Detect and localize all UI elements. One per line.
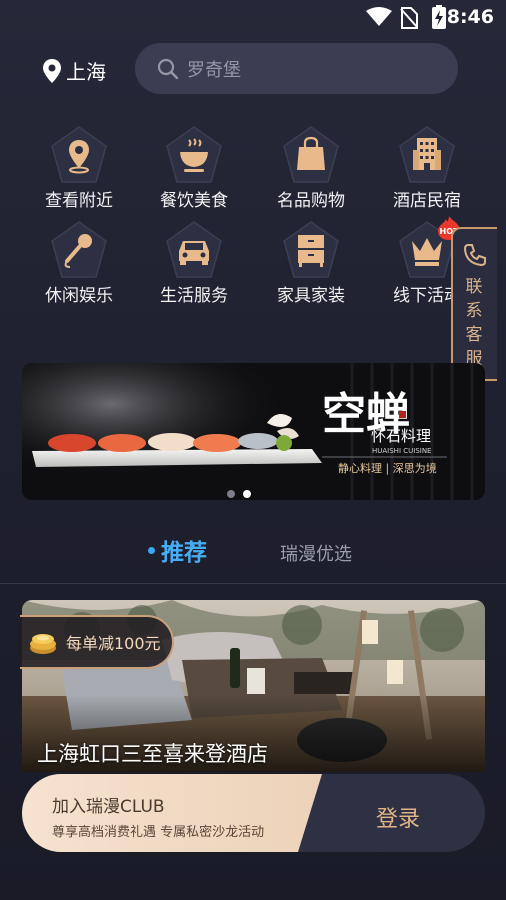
contact-customer-service-button[interactable]: 联系客服	[451, 227, 497, 381]
category-label: 酒店民宿	[393, 191, 461, 211]
banner-brand-sub: 怀石料理	[371, 427, 431, 445]
carousel-dot[interactable]	[227, 490, 235, 498]
food-bowl-icon	[166, 126, 222, 183]
location-label: 上海	[66, 60, 106, 84]
cabinet-icon	[283, 221, 339, 278]
no-sim-icon	[400, 7, 418, 29]
category-icon-frame	[165, 126, 223, 184]
battery-charging-icon	[432, 5, 446, 29]
category-food[interactable]: 餐饮美食	[139, 126, 249, 216]
divider	[0, 583, 506, 584]
discount-badge: 每单减100元	[20, 615, 174, 669]
category-label: 查看附近	[45, 191, 113, 211]
login-button[interactable]: 登录	[376, 801, 420, 833]
discount-label: 每单减100元	[66, 634, 161, 653]
category-label: 家具家装	[277, 286, 345, 306]
category-furniture[interactable]: 家具家装	[256, 221, 366, 311]
search-placeholder: 罗奇堡	[187, 59, 241, 81]
category-icon-frame	[165, 221, 223, 279]
category-label: 餐饮美食	[160, 191, 228, 211]
category-icon-frame	[282, 221, 340, 279]
promo-banner[interactable]: 空蝉 怀石料理 HUAISHI CUISINE 静心料理 | 深思为境	[22, 363, 485, 500]
status-time: 8:46	[446, 6, 494, 28]
location-pin-icon	[51, 126, 107, 183]
category-life-service[interactable]: 生活服务	[139, 221, 249, 311]
category-shopping[interactable]: 名品购物	[256, 126, 366, 216]
location-pin-icon	[43, 58, 61, 83]
gold-coins-icon	[30, 634, 56, 654]
banner-brand-en: HUAISHI CUISINE	[372, 447, 431, 455]
category-icon-frame: HOT	[398, 216, 460, 279]
hotel-name: 上海虹口三至喜来登酒店	[37, 742, 268, 766]
category-icon-frame	[50, 221, 108, 279]
tab-recommend-label: 推荐	[161, 540, 207, 566]
club-subtitle: 尊享高档消费礼遇 专属私密沙龙活动	[52, 825, 265, 840]
status-bar: 8:46	[0, 0, 506, 34]
carousel-dot-active[interactable]	[243, 490, 251, 498]
category-hotel[interactable]: 酒店民宿	[372, 126, 482, 216]
category-entertainment[interactable]: 休闲娱乐	[24, 221, 134, 311]
category-label: 生活服务	[160, 286, 228, 306]
category-icon-frame	[50, 126, 108, 184]
app-screen: 8:46 上海 罗奇堡 查看附近 餐饮美食 名品购物 酒店民宿 休闲娱乐 生活服…	[0, 0, 506, 900]
tab-recommend[interactable]: 推荐	[148, 533, 207, 567]
car-icon	[166, 221, 222, 278]
category-nearby[interactable]: 查看附近	[24, 126, 134, 216]
tab-selected-picks[interactable]: 瑞漫优选	[280, 540, 352, 566]
category-label: 休闲娱乐	[45, 286, 113, 306]
club-title: 加入瑞漫CLUB	[52, 797, 165, 817]
wifi-icon	[366, 7, 392, 26]
category-icon-frame	[398, 126, 456, 184]
search-input[interactable]: 罗奇堡	[135, 43, 458, 94]
category-label: 名品购物	[277, 191, 345, 211]
banner-slogan: 静心料理 | 深思为境	[338, 461, 437, 476]
sushi-banner-image: 空蝉 怀石料理 HUAISHI CUISINE 静心料理 | 深思为境	[22, 363, 485, 500]
hotel-building-icon	[399, 126, 455, 183]
search-icon	[157, 58, 179, 79]
category-icon-frame	[282, 126, 340, 184]
active-tab-dot	[148, 546, 155, 554]
location-selector[interactable]: 上海	[42, 56, 106, 85]
shopping-bag-icon	[283, 126, 339, 183]
microphone-icon	[51, 221, 107, 278]
phone-icon	[463, 244, 486, 267]
contact-label: 联系客服	[465, 277, 483, 369]
